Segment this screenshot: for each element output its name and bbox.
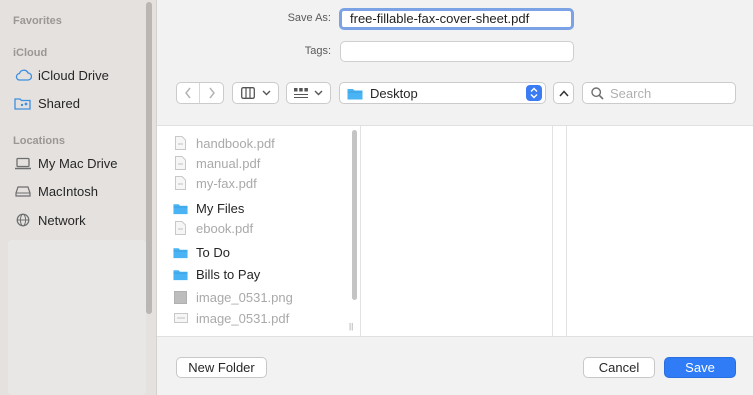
collapse-button[interactable] (553, 82, 574, 104)
chevron-down-icon (262, 90, 270, 96)
image-file-icon (173, 290, 188, 304)
sidebar-item-label: My Mac Drive (38, 155, 118, 171)
save-panel: Save As: free-fillable-fax-cover-sheet.p… (157, 0, 753, 395)
sidebar-heading-icloud: iCloud (13, 47, 48, 59)
sidebar-item-my-mac-drive[interactable]: My Mac Drive (9, 151, 145, 175)
file-row[interactable]: image_0531.pdf (173, 308, 289, 328)
grid-icon (294, 88, 308, 98)
file-row[interactable]: my-fax.pdf (173, 173, 257, 193)
location-label: Desktop (370, 85, 418, 101)
file-column: handbook.pdf manual.pdf my-fax.pdf My Fi… (157, 126, 347, 336)
file-name: image_0531.png (196, 289, 293, 305)
file-name: manual.pdf (196, 155, 261, 171)
tags-field[interactable] (340, 41, 574, 62)
sidebar-item-shared[interactable]: Shared (9, 91, 145, 115)
folder-row[interactable]: My Files (173, 198, 244, 218)
location-select[interactable]: Desktop (339, 82, 546, 104)
shared-folder-icon (14, 96, 32, 110)
folder-icon (173, 201, 188, 215)
file-name: handbook.pdf (196, 135, 275, 151)
globe-icon (14, 213, 32, 227)
chevron-left-icon (185, 87, 191, 99)
pdf-file-icon (173, 136, 188, 150)
sidebar-item-label: iCloud Drive (38, 67, 109, 83)
file-row[interactable]: ebook.pdf (173, 218, 253, 238)
column-scrollbar[interactable] (352, 130, 357, 300)
folder-row[interactable]: Bills to Pay (173, 264, 260, 284)
sidebar-heading-favorites: Favorites (13, 15, 62, 27)
file-name: my-fax.pdf (196, 175, 257, 191)
sidebar-item-label: Network (38, 212, 86, 228)
back-button[interactable] (177, 83, 200, 103)
sidebar-heading-locations: Locations (13, 135, 65, 147)
file-name: image_0531.pdf (196, 310, 290, 326)
cancel-button[interactable]: Cancel (583, 357, 655, 378)
sidebar-scrollbar[interactable] (146, 2, 152, 314)
save-button[interactable]: Save (664, 357, 736, 378)
chevron-down-icon (314, 90, 323, 96)
disk-icon (14, 184, 32, 198)
pdf-file-icon (173, 156, 188, 170)
folder-row[interactable]: To Do (173, 242, 230, 262)
save-as-field[interactable]: free-fillable-fax-cover-sheet.pdf (339, 8, 574, 30)
columns-view-icon (240, 87, 255, 99)
file-row[interactable]: image_0531.png (173, 287, 293, 307)
sidebar-lower-panel (8, 240, 146, 395)
folder-name: To Do (196, 244, 230, 260)
forward-button[interactable] (200, 83, 223, 103)
sidebar-item-macintosh[interactable]: MacIntosh (9, 179, 145, 203)
search-placeholder: Search (610, 85, 652, 101)
folder-icon (347, 88, 363, 99)
column-resize-handle[interactable]: || (349, 322, 353, 331)
save-as-label: Save As: (287, 12, 331, 24)
chevron-up-icon (558, 89, 569, 96)
search-field[interactable]: Search (582, 82, 736, 104)
file-row[interactable]: handbook.pdf (173, 133, 275, 153)
column-divider (360, 126, 361, 336)
file-name: ebook.pdf (196, 220, 254, 236)
sidebar-item-label: MacIntosh (38, 183, 98, 199)
tags-label: Tags: (304, 45, 331, 57)
file-row[interactable]: manual.pdf (173, 153, 260, 173)
pdf-file-icon (173, 176, 188, 190)
sidebar: Favorites iCloud iCloud Drive Shared Loc… (0, 0, 157, 395)
view-mode-button[interactable] (232, 82, 279, 104)
folder-icon (173, 245, 188, 259)
search-icon (591, 86, 604, 100)
pdf-file-icon (173, 311, 188, 325)
column-divider (552, 126, 553, 336)
sidebar-item-network[interactable]: Network (9, 208, 145, 232)
back-forward-group (176, 82, 224, 104)
sidebar-item-label: Shared (38, 95, 80, 111)
updown-chevron-icon (526, 85, 542, 101)
folder-icon (173, 267, 188, 281)
group-button[interactable] (286, 82, 331, 104)
laptop-icon (14, 156, 32, 170)
column-divider (566, 126, 567, 336)
chevron-right-icon (208, 87, 215, 99)
pdf-file-icon (173, 221, 188, 235)
cloud-icon (14, 68, 32, 82)
file-browser: handbook.pdf manual.pdf my-fax.pdf My Fi… (157, 125, 753, 337)
new-folder-button[interactable]: New Folder (176, 357, 267, 378)
folder-name: Bills to Pay (196, 266, 261, 282)
folder-name: My Files (196, 200, 245, 216)
sidebar-item-icloud-drive[interactable]: iCloud Drive (9, 63, 145, 87)
